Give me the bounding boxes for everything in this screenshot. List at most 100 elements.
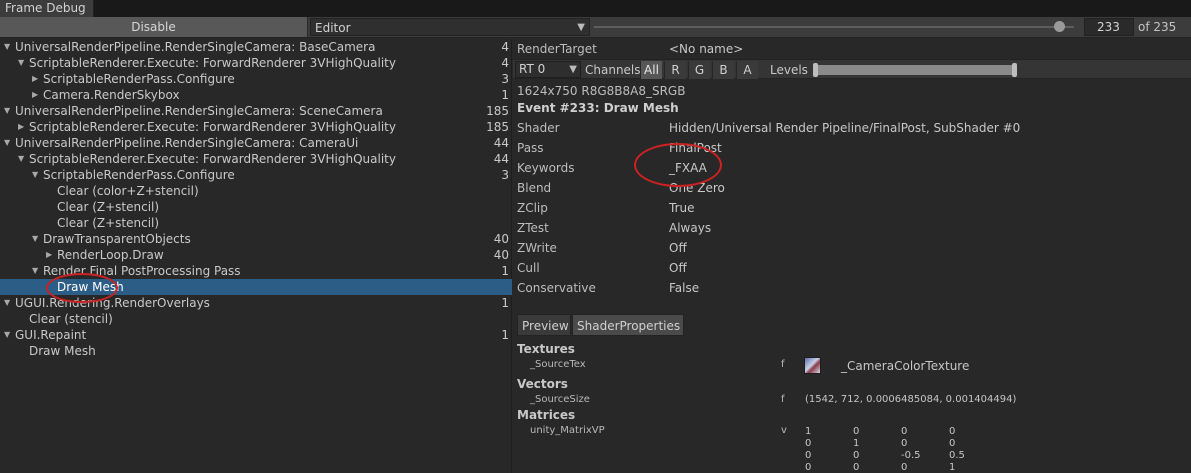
expand-down-icon[interactable]: ▼ bbox=[4, 327, 10, 343]
tree-row-label: GUI.Repaint bbox=[15, 328, 87, 342]
matrix-cell: 0 bbox=[949, 426, 956, 437]
property-value: Hidden/Universal Render Pipeline/FinalPo… bbox=[669, 121, 1021, 135]
matrix-cell: 0 bbox=[805, 450, 812, 461]
channel-b-button[interactable]: B bbox=[712, 61, 734, 79]
expand-down-icon[interactable]: ▼ bbox=[4, 39, 10, 55]
tree-row-label: ScriptableRenderer.Execute: ForwardRende… bbox=[29, 120, 396, 134]
event-total-label: of 235 bbox=[1138, 20, 1177, 34]
tree-row-label: UniversalRenderPipeline.RenderSingleCame… bbox=[15, 104, 383, 118]
tree-row[interactable]: Clear (Z+stencil) bbox=[0, 199, 512, 215]
collapse-right-icon[interactable]: ▶ bbox=[18, 119, 24, 135]
tree-row-label: ScriptableRenderPass.Configure bbox=[43, 168, 235, 182]
tree-row-label: DrawTransparentObjects bbox=[43, 232, 191, 246]
expand-down-icon[interactable]: ▼ bbox=[18, 55, 24, 71]
property-key: ZWrite bbox=[517, 241, 557, 255]
tree-row[interactable]: Clear (color+Z+stencil) bbox=[0, 183, 512, 199]
event-slider-track[interactable] bbox=[594, 26, 1074, 28]
collapse-right-icon[interactable]: ▶ bbox=[46, 247, 52, 263]
vector-type: f bbox=[781, 394, 785, 405]
property-key: Blend bbox=[517, 181, 552, 195]
collapse-right-icon[interactable]: ▶ bbox=[32, 71, 38, 87]
textures-heading: Textures bbox=[517, 342, 575, 356]
property-key: ZTest bbox=[517, 221, 549, 235]
tree-row-label: ScriptableRenderPass.Configure bbox=[43, 72, 235, 86]
channel-r-button[interactable]: R bbox=[664, 61, 686, 79]
tree-row-label: Clear (Z+stencil) bbox=[57, 216, 160, 230]
levels-min-handle[interactable] bbox=[813, 63, 818, 77]
tree-row[interactable]: ▼ ScriptableRenderPass.Configure 3 bbox=[0, 167, 512, 183]
vector-name: _SourceSize bbox=[530, 394, 590, 405]
target-dropdown[interactable]: Editor ▼ bbox=[310, 18, 590, 36]
channel-a-button[interactable]: A bbox=[736, 61, 758, 79]
rt-dropdown[interactable]: RT 0 ▼ bbox=[515, 61, 581, 78]
tree-row[interactable]: Draw Mesh bbox=[0, 343, 512, 359]
render-target-controls: RT 0 ▼ Channels All R G B A Levels bbox=[513, 59, 1191, 79]
matrix-cell: 1 bbox=[949, 462, 956, 473]
tree-row[interactable]: ▼ ScriptableRenderer.Execute: ForwardRend… bbox=[0, 55, 512, 71]
expand-down-icon[interactable]: ▼ bbox=[32, 263, 38, 279]
tree-row-count: 40 bbox=[493, 232, 509, 246]
tree-row[interactable]: ▶ RenderLoop.Draw 40 bbox=[0, 247, 512, 263]
matrix-cell: 0 bbox=[805, 438, 812, 449]
expand-down-icon[interactable]: ▼ bbox=[32, 167, 38, 183]
tree-row[interactable]: ▼ UniversalRenderPipeline.RenderSingleCam… bbox=[0, 103, 512, 119]
tab-preview[interactable]: Preview bbox=[517, 314, 571, 336]
tree-row[interactable]: ▼ UGUI.Rendering.RenderOverlays 1 bbox=[0, 295, 512, 311]
tree-row[interactable]: ▼ GUI.Repaint 1 bbox=[0, 327, 512, 343]
frame-debug-tab[interactable]: Frame Debug bbox=[0, 0, 94, 17]
texture-thumbnail-icon[interactable] bbox=[804, 357, 821, 374]
tree-row[interactable]: ▼ DrawTransparentObjects 40 bbox=[0, 231, 512, 247]
property-key: Cull bbox=[517, 261, 540, 275]
tree-row-label: Clear (color+Z+stencil) bbox=[57, 184, 199, 198]
tree-row[interactable]: ▶ ScriptableRenderer.Execute: ForwardRend… bbox=[0, 119, 512, 135]
property-key: Keywords bbox=[517, 161, 575, 175]
channel-all-button[interactable]: All bbox=[640, 61, 662, 79]
expand-down-icon[interactable]: ▼ bbox=[4, 295, 10, 311]
tree-row[interactable]: Clear (stencil) bbox=[0, 311, 512, 327]
expand-down-icon[interactable]: ▼ bbox=[32, 231, 38, 247]
expand-down-icon[interactable]: ▼ bbox=[4, 103, 10, 119]
matrix-cell: 0.5 bbox=[949, 450, 965, 461]
resolution-text: 1624x750 R8G8B8A8_SRGB bbox=[517, 84, 686, 98]
tree-row[interactable]: ▼ UniversalRenderPipeline.RenderSingleCam… bbox=[0, 39, 512, 55]
levels-max-handle[interactable] bbox=[1012, 63, 1017, 77]
tree-row-count: 3 bbox=[501, 72, 509, 86]
dropdown-arrow-icon: ▼ bbox=[577, 22, 585, 33]
property-key: Conservative bbox=[517, 281, 596, 295]
details-panel: RenderTarget <No name> RT 0 ▼ Channels A… bbox=[513, 39, 1191, 473]
matrix-cell: 1 bbox=[853, 438, 860, 449]
collapse-right-icon[interactable]: ▶ bbox=[32, 87, 38, 103]
tree-row-count: 1 bbox=[501, 264, 509, 278]
expand-down-icon[interactable]: ▼ bbox=[4, 135, 10, 151]
channel-g-button[interactable]: G bbox=[688, 61, 710, 79]
tree-row[interactable]: ▼ UniversalRenderPipeline.RenderSingleCam… bbox=[0, 135, 512, 151]
matrix-cell: 0 bbox=[901, 462, 908, 473]
texture-value: _CameraColorTexture bbox=[841, 359, 970, 373]
matrix-cell: 0 bbox=[901, 426, 908, 437]
disable-button[interactable]: Disable bbox=[0, 17, 308, 37]
event-tree: ▼ UniversalRenderPipeline.RenderSingleCam… bbox=[0, 39, 512, 473]
tree-row-selected[interactable]: Draw Mesh bbox=[0, 279, 512, 295]
tree-row-label: RenderLoop.Draw bbox=[57, 248, 164, 262]
tree-row[interactable]: ▼ ScriptableRenderer.Execute: ForwardRend… bbox=[0, 151, 512, 167]
tree-row[interactable]: Clear (Z+stencil) bbox=[0, 215, 512, 231]
event-slider-thumb[interactable] bbox=[1054, 21, 1066, 32]
tree-row[interactable]: ▶ ScriptableRenderPass.Configure 3 bbox=[0, 71, 512, 87]
property-value: Always bbox=[669, 221, 712, 235]
matrix-cell: -0.5 bbox=[901, 450, 921, 461]
vector-value: (1542, 712, 0.0006485084, 0.001404494) bbox=[805, 394, 1017, 405]
event-title: Event #233: Draw Mesh bbox=[517, 101, 679, 115]
event-number-field[interactable]: 233 bbox=[1084, 18, 1134, 36]
levels-slider[interactable] bbox=[815, 65, 1015, 75]
tree-row-label: Clear (stencil) bbox=[29, 312, 113, 326]
matrix-cell: 0 bbox=[949, 438, 956, 449]
tab-shader-properties[interactable]: ShaderProperties bbox=[572, 314, 684, 336]
tree-row-label: ScriptableRenderer.Execute: ForwardRende… bbox=[29, 56, 396, 70]
matrix-values: 1 0 0 0 0 1 0 0 0 0 -0.5 0.5 0 0 0 1 bbox=[805, 426, 1005, 473]
property-key: Shader bbox=[517, 121, 560, 135]
expand-down-icon[interactable]: ▼ bbox=[18, 151, 24, 167]
tree-row[interactable]: ▶ Camera.RenderSkybox 1 bbox=[0, 87, 512, 103]
tree-row-label: Render Final PostProcessing Pass bbox=[43, 264, 241, 278]
tree-row-count: 4 bbox=[501, 40, 509, 54]
tree-row[interactable]: ▼ Render Final PostProcessing Pass 1 bbox=[0, 263, 512, 279]
